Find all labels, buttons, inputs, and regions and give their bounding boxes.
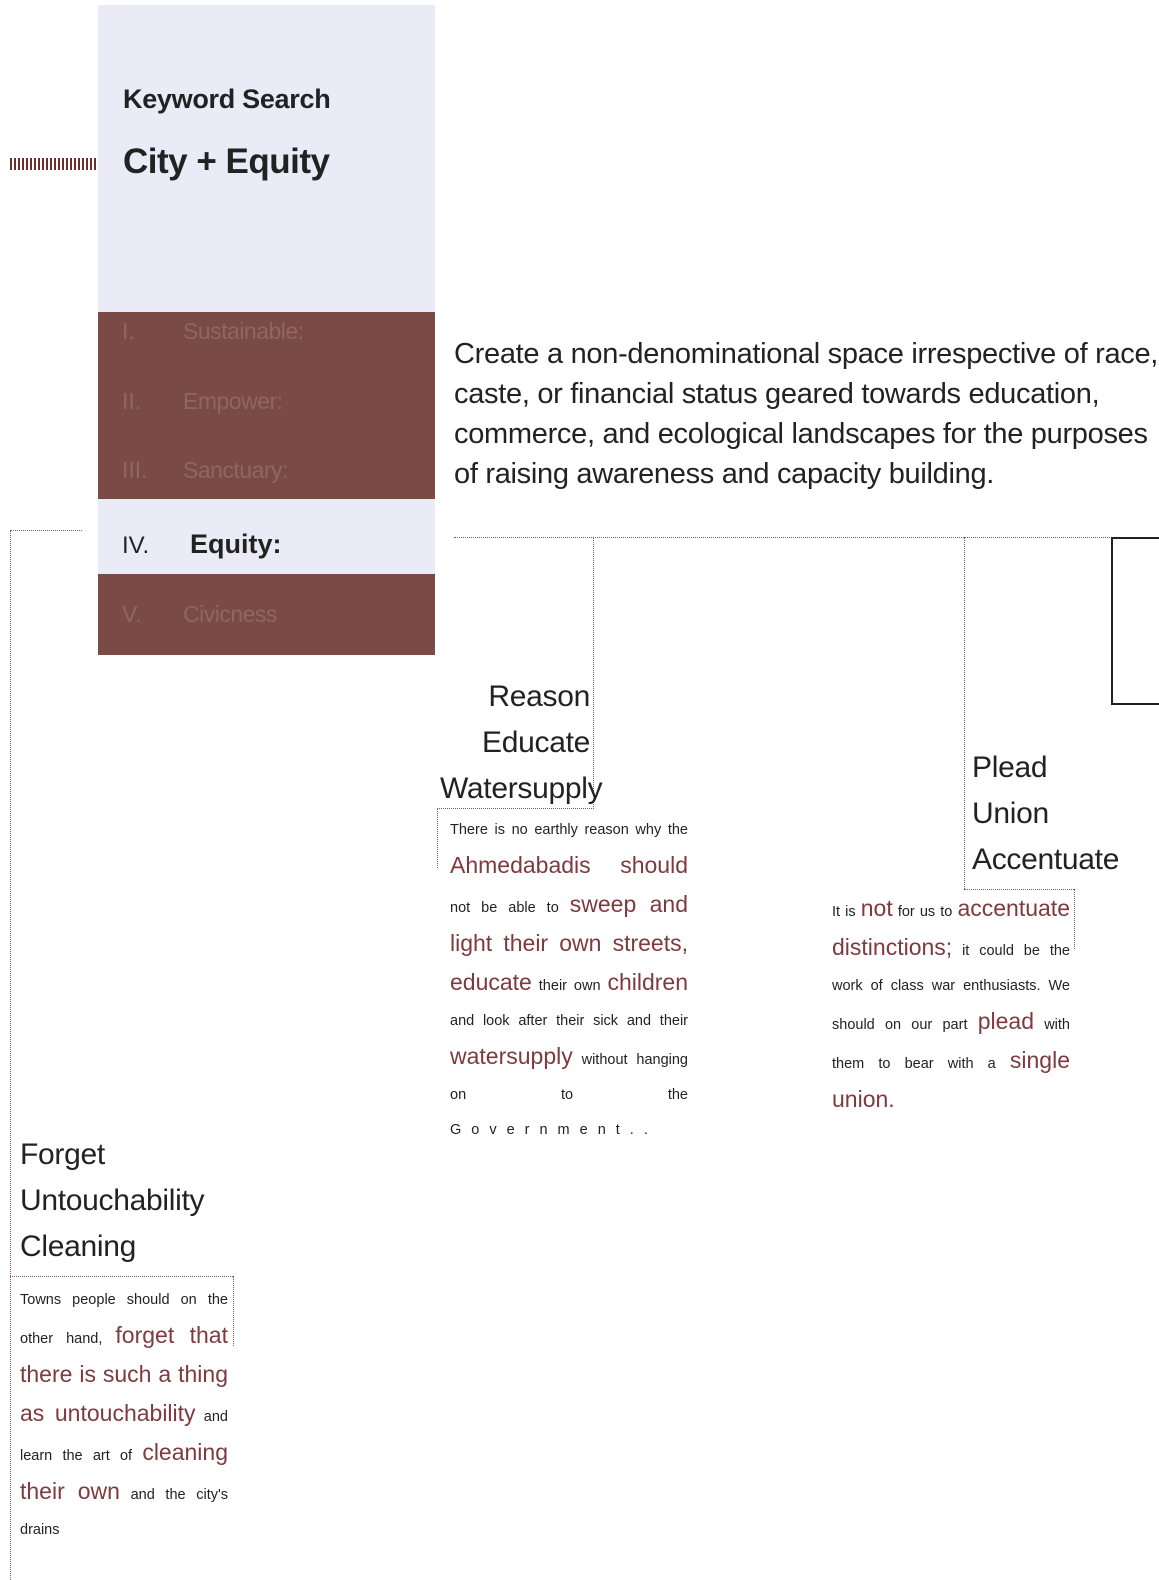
- menu-item-empower[interactable]: II. Empower:: [98, 388, 435, 418]
- keyword-accentuate: Accentuate: [972, 843, 1120, 876]
- keyword-reason: Reason: [488, 680, 590, 713]
- keyword-search-value: City + Equity: [123, 142, 330, 181]
- edge-frame-box: [1111, 537, 1159, 705]
- forget-quote: Towns people should on the other hand, f…: [20, 1292, 228, 1538]
- menu-item-label: Civicness: [183, 601, 277, 627]
- menu-item-label: Sustainable:: [183, 318, 304, 344]
- menu-item-label: Empower:: [183, 388, 283, 414]
- menu-item-number: III.: [122, 457, 148, 483]
- menu-item-number: II.: [122, 388, 142, 414]
- menu-item-equity-number[interactable]: IV.: [122, 532, 149, 560]
- connector-reason-side: [437, 808, 438, 868]
- menu-item-number: I.: [122, 318, 135, 344]
- connector-forget-side: [233, 1276, 234, 1346]
- keyword-untouchability: Untouchability: [20, 1184, 205, 1217]
- connector-plead-base: [964, 889, 1074, 890]
- keyword-plead: Plead: [972, 751, 1048, 784]
- menu-item-number: V.: [122, 601, 142, 627]
- menu-item-sanctuary[interactable]: III. Sanctuary:: [98, 457, 435, 487]
- connector-reason: [593, 537, 594, 807]
- menu-item-equity-active[interactable]: Equity:: [190, 529, 282, 560]
- menu-item-label: Sanctuary:: [183, 457, 288, 483]
- menu-item-civicness[interactable]: V. Civicness: [98, 601, 435, 631]
- connector-forget-base: [10, 1276, 233, 1277]
- reason-keywords: Reason Educate Watersupply: [440, 674, 603, 812]
- connector-plead-side: [1074, 889, 1075, 949]
- connector-plead: [964, 537, 965, 889]
- keyword-cleaning: Cleaning: [20, 1230, 137, 1263]
- keyword-search-label: Keyword Search: [123, 84, 331, 114]
- tick-marks-connector: [10, 158, 98, 170]
- keyword-forget: Forget: [20, 1138, 105, 1171]
- connector-left-vertical: [10, 530, 11, 1580]
- connector-main-horizontal: [454, 537, 1159, 538]
- plead-keywords: Plead Union Accentuate: [972, 745, 1142, 883]
- connector-left-top: [10, 530, 82, 531]
- keyword-educate: Educate: [482, 726, 590, 759]
- reason-quote: There is no earthly reason why the Ahmed…: [450, 822, 688, 1138]
- forget-keywords: Forget Untouchability Cleaning: [20, 1132, 240, 1270]
- plead-quote: It is not for us to accentuate distincti…: [832, 895, 1070, 1112]
- headline-statement: Create a non-denominational space irresp…: [454, 338, 1159, 490]
- menu-item-sustainable[interactable]: I. Sustainable:: [98, 318, 435, 348]
- keyword-watersupply: Watersupply: [440, 772, 603, 805]
- keyword-union: Union: [972, 797, 1049, 830]
